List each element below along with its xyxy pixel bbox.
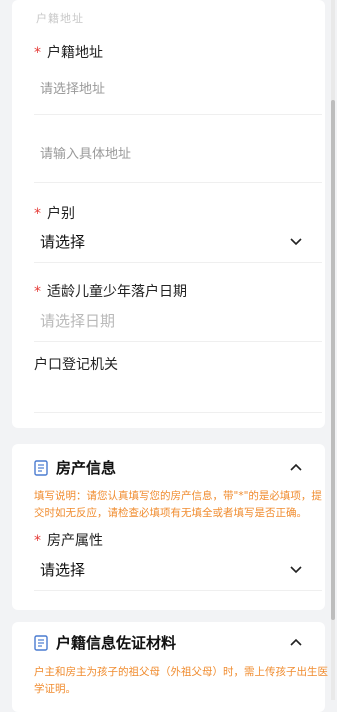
divider: [34, 114, 322, 115]
chevron-up-icon[interactable]: [289, 460, 303, 474]
property-note: 填写说明：请您认真填写您的房产信息，带"*"的是必填项，提交时如无反应，请检查必…: [34, 490, 322, 519]
property-attribute-select[interactable]: 请选择: [40, 559, 85, 580]
property-card: 房产信息 填写说明：请您认真填写您的房产信息，带"*"的是必填项，提交时如无反应…: [12, 444, 325, 610]
divider: [34, 182, 322, 183]
chevron-up-icon[interactable]: [289, 635, 303, 649]
materials-section-header: 户籍信息佐证材料: [34, 632, 176, 653]
chevron-down-icon[interactable]: [289, 562, 303, 576]
address-label: * 户籍地址: [34, 45, 103, 61]
registry-office-label: 户口登记机关: [34, 357, 118, 373]
document-icon: [34, 459, 48, 476]
materials-card: 户籍信息佐证材料 户主和房主为孩子的祖父母（外祖父母）时，需上传孩子出生医学证明…: [12, 622, 328, 712]
divider: [34, 590, 322, 591]
address-detail-input[interactable]: 请输入具体地址: [40, 143, 131, 162]
address-select[interactable]: 请选择地址: [40, 78, 105, 97]
property-section-header: 房产信息: [34, 457, 116, 478]
settle-date-picker[interactable]: 请选择日期: [40, 310, 115, 331]
required-mark: *: [34, 45, 41, 61]
scrollbar-thumb[interactable]: [331, 100, 335, 620]
required-mark: *: [34, 533, 41, 549]
divider: [34, 412, 322, 413]
chevron-down-icon[interactable]: [289, 234, 303, 248]
required-mark: *: [34, 284, 41, 300]
divider: [34, 341, 322, 342]
household-form-card: 户籍地址 * 户籍地址 请选择地址 请输入具体地址 * 户别 请选择 * 适龄儿童少年…: [12, 0, 325, 428]
property-attribute-label: * 房产属性: [34, 533, 103, 549]
required-mark: *: [34, 206, 41, 222]
category-label: * 户别: [34, 206, 75, 222]
settle-date-label: * 适龄儿童少年落户日期: [34, 284, 187, 300]
materials-note: 户主和房主为孩子的祖父母（外祖父母）时，需上传孩子出生医学证明。: [34, 666, 328, 695]
divider: [34, 262, 322, 263]
category-select[interactable]: 请选择: [40, 231, 85, 252]
document-icon: [34, 634, 48, 651]
materials-section-title: 户籍信息佐证材料: [56, 634, 177, 652]
property-section-title: 房产信息: [56, 459, 117, 477]
top-cut-label: 户籍地址: [36, 12, 84, 25]
